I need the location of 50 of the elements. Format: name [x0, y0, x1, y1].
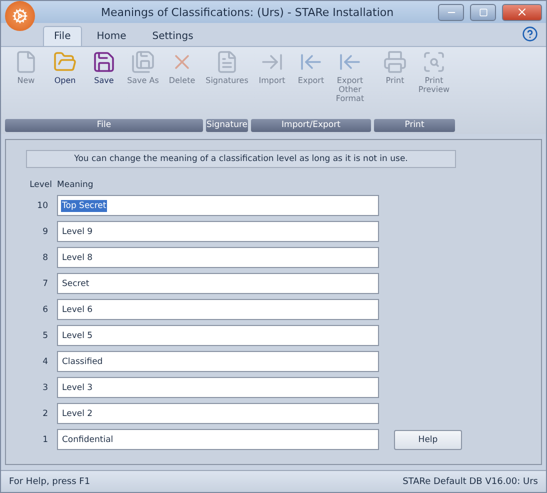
- help-button[interactable]: Help: [394, 430, 462, 450]
- ribbon-tab[interactable]: Home: [86, 26, 138, 46]
- meaning-field[interactable]: Secret: [57, 273, 379, 294]
- level-number: 3: [42, 382, 48, 392]
- close-icon: [516, 6, 528, 18]
- meaning-field[interactable]: Level 9: [57, 221, 379, 242]
- info-message: You can change the meaning of a classification level as long as it is not in use.: [26, 150, 456, 168]
- status-text: STARe Default DB V16.00: Urs: [402, 476, 538, 486]
- group-label: Signature: [206, 119, 248, 132]
- gear-icon: [12, 8, 28, 24]
- group-label: File: [5, 119, 203, 132]
- minimize-button[interactable]: [438, 4, 464, 20]
- ribbon-button[interactable]: Open: [46, 50, 84, 119]
- level-number: 2: [42, 408, 48, 418]
- meaning-field[interactable]: Level 5: [57, 325, 379, 346]
- maximize-button[interactable]: [470, 4, 496, 20]
- group-label: Print: [374, 119, 455, 132]
- meaning-field[interactable]: Classified: [57, 351, 379, 372]
- column-header: Level: [28, 180, 52, 190]
- document-icon: [215, 50, 239, 74]
- meaning-field[interactable]: Top Secret: [57, 195, 379, 216]
- meaning-field[interactable]: Level 2: [57, 403, 379, 424]
- level-number: 8: [42, 252, 48, 262]
- maximize-icon: [478, 8, 488, 16]
- level-number: 4: [42, 356, 48, 366]
- ribbon-tab[interactable]: File: [43, 26, 82, 46]
- floppy-disk-icon: [131, 50, 155, 74]
- level-number: 6: [42, 304, 48, 314]
- help-icon[interactable]: [522, 26, 538, 42]
- meaning-field[interactable]: Level 8: [57, 247, 379, 268]
- meaning-field[interactable]: Level 3: [57, 377, 379, 398]
- document-icon: [14, 50, 38, 74]
- level-number: 1: [42, 434, 48, 444]
- level-number: 5: [42, 330, 48, 340]
- status-text: For Help, press F1: [9, 476, 90, 486]
- print-preview-icon: [422, 50, 446, 74]
- column-header: Meaning: [57, 180, 94, 190]
- window-title: Meanings of Classifications: (Urs) - STARe Installation: [100, 6, 395, 18]
- folder-icon: [53, 50, 77, 74]
- level-number: 7: [42, 278, 48, 288]
- level-number: 9: [42, 226, 48, 236]
- level-number: 10: [36, 200, 48, 210]
- ribbon-button[interactable]: Save: [85, 50, 123, 119]
- printer-icon: [383, 50, 407, 74]
- meaning-field[interactable]: Level 6: [57, 299, 379, 320]
- close-button[interactable]: [502, 4, 542, 20]
- group-label: Import/Export: [251, 119, 371, 132]
- ribbon-tab[interactable]: Settings: [141, 26, 204, 46]
- app-menu-button[interactable]: [5, 1, 35, 31]
- meaning-field[interactable]: Confidential: [57, 429, 379, 450]
